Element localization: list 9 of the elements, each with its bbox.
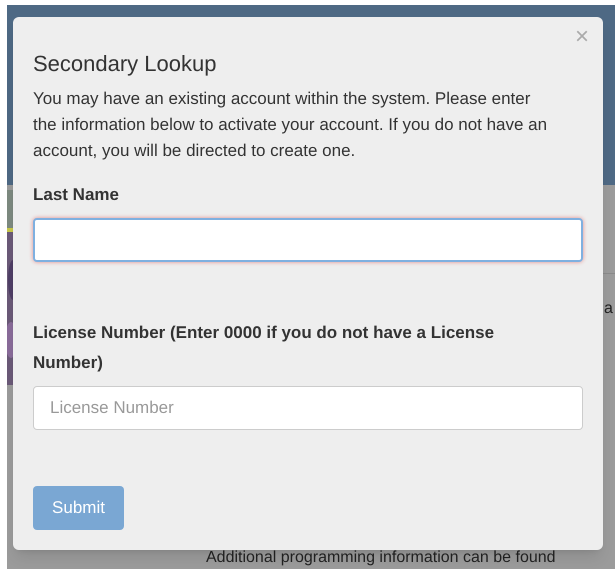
page-text: Additional programming information can be found bbox=[206, 550, 556, 566]
intro-text: You may have an existing account within the system. Please enter the information below to activate your account. If you do not have an account, you will be directed to create one. bbox=[33, 88, 548, 162]
close-button[interactable]: × bbox=[574, 25, 589, 49]
modal-title: Secondary Lookup bbox=[33, 50, 218, 78]
field-label: Last Name bbox=[33, 184, 120, 206]
field-label: License Number (Enter 0000 if you do not have a License Number) bbox=[33, 322, 496, 374]
page-text: a bbox=[604, 301, 613, 317]
input-field[interactable]: License Number bbox=[33, 386, 583, 430]
input-field[interactable] bbox=[33, 218, 583, 262]
